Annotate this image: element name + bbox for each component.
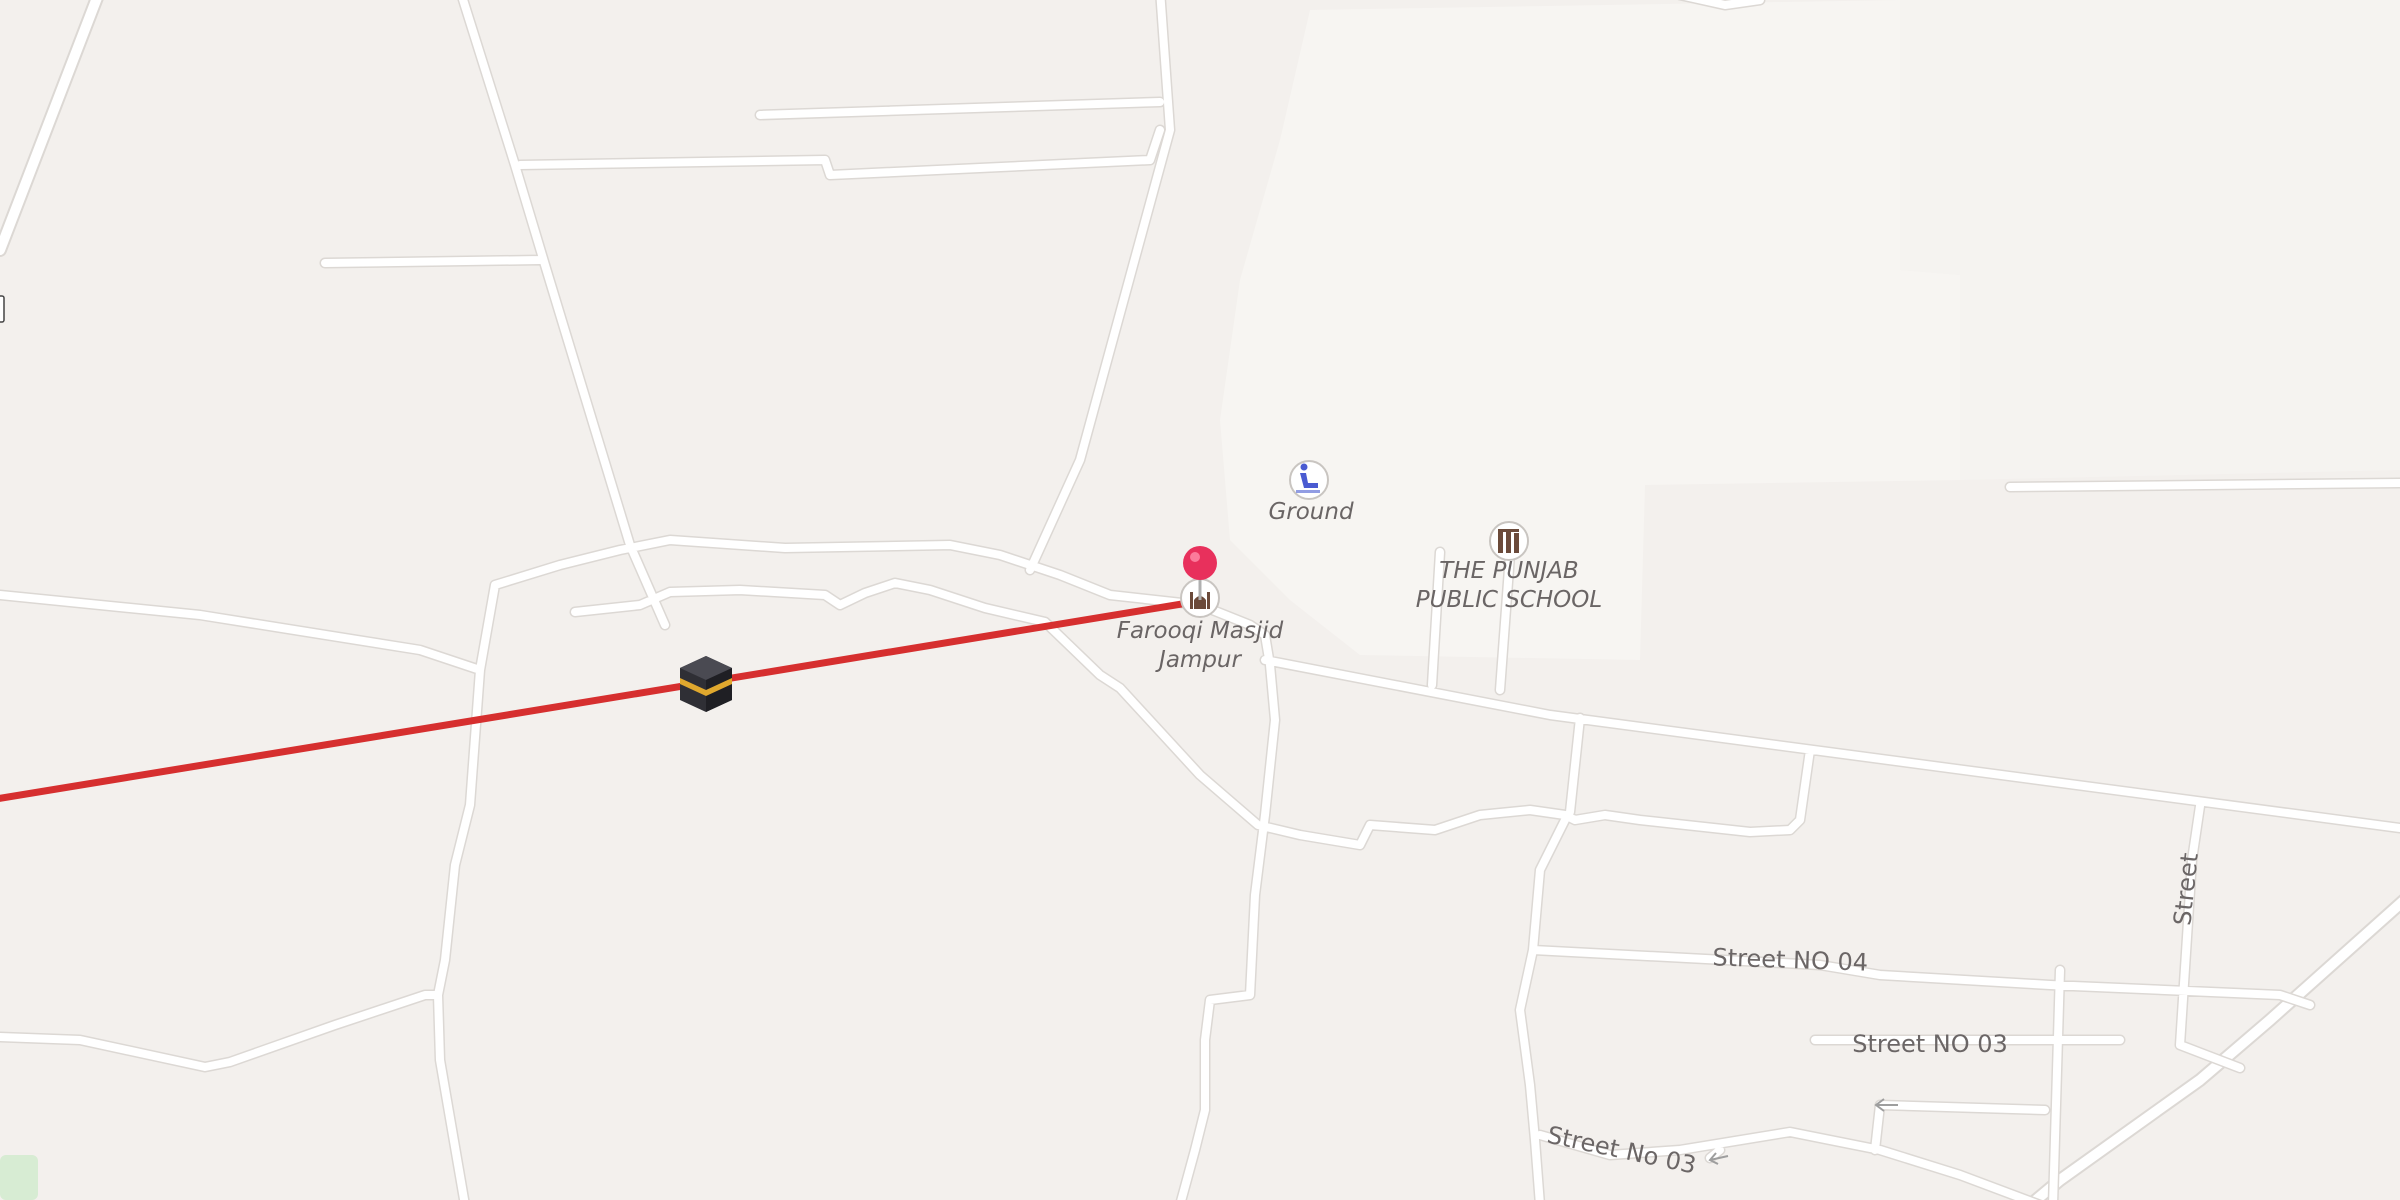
school-label-line2: PUBLIC SCHOOL xyxy=(1416,587,1602,613)
kaaba-icon[interactable] xyxy=(680,656,732,712)
major-road-northwest xyxy=(0,0,104,257)
major-road-southeast xyxy=(2025,894,2400,1200)
masjid-label-line2: Jampur xyxy=(1155,647,1242,673)
sports-ground-icon xyxy=(1289,460,1329,500)
street-no-03-label: Street NO 03 xyxy=(1852,1030,2008,1058)
street-no-03-lower-label: Street No 03 xyxy=(1545,1121,1699,1180)
map-edge-control[interactable] xyxy=(0,295,5,323)
ground-label: Ground xyxy=(1268,499,1354,525)
street-no-04-label: Street NO 04 xyxy=(1712,943,1868,976)
campus-area xyxy=(1220,0,1960,660)
street-vertical-label: Street xyxy=(2168,851,2203,926)
campus-area-east xyxy=(1900,0,2400,480)
park-area xyxy=(0,1155,38,1200)
map-canvas[interactable]: Street NO 04 Street NO 03 Street No 03 S… xyxy=(0,0,2400,1200)
qibla-direction-line xyxy=(0,597,1204,802)
masjid-label-line1: Farooqi Masjid xyxy=(1117,618,1284,644)
school-label-line1: THE PUNJAB xyxy=(1439,558,1578,584)
